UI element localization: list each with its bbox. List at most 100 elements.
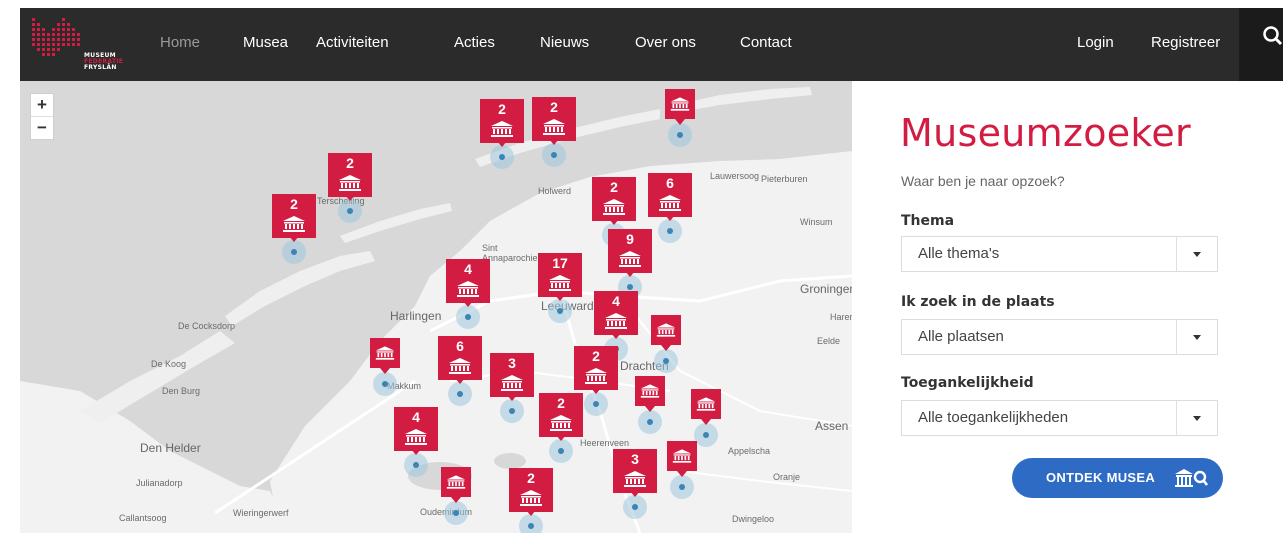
place-label: Oranje	[773, 472, 801, 482]
marker-tail	[665, 215, 675, 221]
marker-tail	[591, 388, 601, 394]
nav-acties[interactable]: Acties	[454, 34, 495, 51]
museum-icon	[603, 199, 625, 215]
finder-subtitle: Waar ben je naar opzoek?	[901, 173, 1065, 189]
accessibility-select-value: Alle toegankelijkheden	[918, 409, 1069, 426]
marker-dot	[465, 314, 471, 320]
marker-dot	[679, 484, 685, 490]
top-navigation: MUSEUM FEDERATIE FRYSLÂN Home Musea Acti…	[20, 8, 1283, 81]
nav-nieuws[interactable]: Nieuws	[540, 34, 589, 51]
museum-icon	[339, 175, 361, 191]
marker-dot	[457, 391, 463, 397]
marker-dot	[499, 154, 505, 160]
place-label: Assen	[815, 419, 849, 433]
marker-count: 2	[498, 101, 506, 117]
marker-dot	[647, 419, 653, 425]
theme-select-toggle[interactable]	[1176, 237, 1217, 271]
museum-icon	[659, 195, 681, 211]
marker-tail	[611, 333, 621, 339]
marker-count: 17	[552, 255, 568, 271]
nav-over-ons[interactable]: Over ons	[635, 34, 696, 51]
museum-map[interactable]: + − Holwerd Pieterburen Winsum Groningen…	[20, 81, 852, 533]
marker-tail	[549, 139, 559, 145]
theme-label: Thema	[901, 213, 955, 229]
museum-icon	[656, 323, 676, 337]
zoom-in-button[interactable]: +	[31, 94, 53, 116]
marker-tail	[630, 491, 640, 497]
marker-count: 2	[610, 179, 618, 195]
place-label: Holwerd	[538, 186, 572, 196]
place-select-toggle[interactable]	[1176, 320, 1217, 354]
marker-tail	[609, 219, 619, 225]
place-label: Heerenveen	[580, 438, 630, 448]
chevron-down-icon	[1193, 335, 1201, 340]
place-label: Pieterburen	[761, 174, 808, 184]
place-label: Callantsoog	[119, 513, 167, 523]
marker-dot	[558, 448, 564, 454]
museum-federatie-logo[interactable]: MUSEUM FEDERATIE FRYSLÂN	[30, 14, 123, 76]
museum-finder-panel: Museumzoeker Waar ben je naar opzoek? Th…	[852, 81, 1283, 533]
nav-activiteiten[interactable]: Activiteiten	[316, 34, 389, 51]
place-label: Sint Annaparochie	[482, 243, 538, 263]
marker-tail	[645, 406, 655, 412]
finder-title: Museumzoeker	[900, 111, 1191, 155]
marker-dot	[632, 504, 638, 510]
marker-count: 6	[456, 338, 464, 354]
login-link[interactable]: Login	[1077, 34, 1114, 51]
place-label: Winsum	[800, 217, 833, 227]
marker-dot	[413, 462, 419, 468]
marker-count: 4	[412, 409, 420, 425]
place-select[interactable]: Alle plaatsen	[901, 319, 1218, 355]
marker-tail	[677, 471, 687, 477]
marker-dot	[528, 523, 534, 529]
marker-tail	[455, 378, 465, 384]
accessibility-select-toggle[interactable]	[1176, 401, 1217, 435]
museum-icon	[491, 121, 513, 137]
marker-dot	[663, 358, 669, 364]
marker-count: 9	[626, 231, 634, 247]
marker-count: 2	[290, 196, 298, 212]
accessibility-select[interactable]: Alle toegankelijkheden	[901, 400, 1218, 436]
discover-museums-label: ONTDEK MUSEA	[1046, 470, 1156, 485]
zoom-control: + −	[30, 93, 54, 140]
marker-count: 4	[464, 261, 472, 277]
marker-tail	[507, 395, 517, 401]
museum-icon	[640, 384, 660, 398]
nav-home[interactable]: Home	[160, 34, 200, 51]
marker-count: 2	[550, 99, 558, 115]
nav-contact[interactable]: Contact	[740, 34, 792, 51]
theme-select[interactable]: Alle thema's	[901, 236, 1218, 272]
museum-icon	[520, 490, 542, 506]
place-label: Eelde	[817, 336, 841, 346]
marker-tail	[463, 301, 473, 307]
museum-icon	[543, 119, 565, 135]
chevron-down-icon	[1193, 416, 1201, 421]
museum-icon	[585, 368, 607, 384]
marker-dot	[557, 308, 563, 314]
museum-icon	[672, 449, 692, 463]
logo-wordmark: MUSEUM FEDERATIE FRYSLÂN	[84, 53, 123, 71]
marker-tail	[625, 271, 635, 277]
discover-museums-button[interactable]: ONTDEK MUSEA	[1012, 458, 1223, 498]
zoom-out-button[interactable]: −	[31, 116, 53, 139]
nav-musea[interactable]: Musea	[243, 34, 288, 51]
marker-dot	[382, 381, 388, 387]
marker-count: 3	[508, 355, 516, 371]
marker-tail	[526, 510, 536, 516]
museum-icon	[457, 281, 479, 297]
museum-icon	[375, 346, 395, 360]
place-label: Haren	[830, 312, 852, 322]
marker-tail	[555, 295, 565, 301]
register-link[interactable]: Registreer	[1151, 34, 1220, 51]
search-button[interactable]	[1239, 8, 1283, 81]
museum-icon	[605, 313, 627, 329]
marker-tail	[497, 141, 507, 147]
place-label: Den Helder	[140, 441, 201, 455]
museum-icon	[283, 216, 305, 232]
museum-icon	[549, 275, 571, 291]
marker-tail	[701, 419, 711, 425]
place-label: Harlingen	[390, 309, 442, 323]
place-filter-label: Ik zoek in de plaats	[901, 294, 1055, 310]
place-label: De Cocksdorp	[178, 321, 236, 331]
marker-dot	[453, 510, 459, 516]
